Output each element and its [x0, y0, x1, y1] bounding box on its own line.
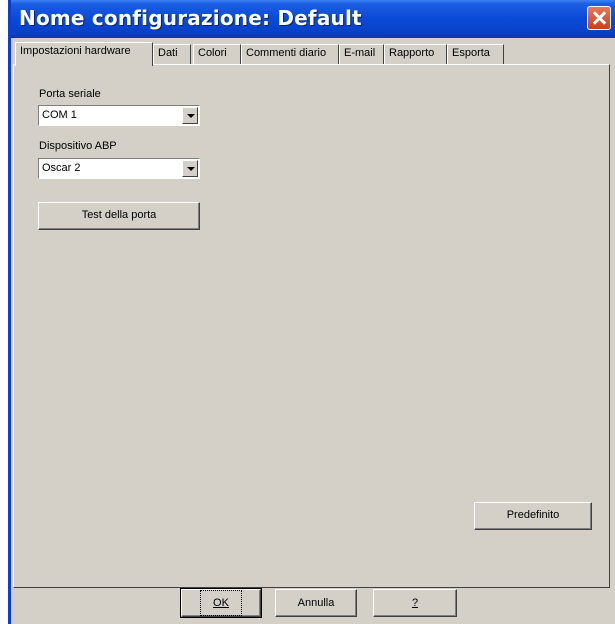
serial-port-label: Porta seriale	[39, 88, 101, 100]
ok-button[interactable]: OK	[180, 588, 262, 618]
dialog-footer: OK Annulla ?	[11, 588, 615, 624]
serial-port-value: COM 1	[42, 109, 77, 121]
test-port-button[interactable]: Test della porta	[38, 202, 200, 230]
title-bar[interactable]: Nome configurazione: Default	[11, 0, 615, 38]
hardware-settings-panel: Porta seriale COM 1 Dispositivo ABP Osca…	[13, 64, 610, 588]
close-icon[interactable]	[587, 6, 611, 30]
ok-button-label: OK	[200, 590, 242, 616]
tab-colori[interactable]: Colori	[193, 44, 241, 64]
abp-device-label: Dispositivo ABP	[39, 140, 117, 152]
cancel-button-label: Annulla	[297, 597, 335, 609]
chevron-down-icon[interactable]	[182, 107, 198, 124]
chevron-down-icon[interactable]	[182, 160, 198, 177]
cancel-button[interactable]: Annulla	[275, 589, 357, 617]
default-button[interactable]: Predefinito	[474, 502, 592, 530]
test-port-button-label: Test della porta	[81, 209, 157, 221]
help-button-label: ?	[411, 597, 419, 609]
tab-esporta[interactable]: Esporta	[447, 44, 504, 64]
tab-commenti-diario[interactable]: Commenti diario	[241, 44, 339, 64]
tab-dati[interactable]: Dati	[153, 44, 191, 64]
help-button[interactable]: ?	[373, 589, 457, 617]
tab-strip: Impostazioni hardware Dati Colori Commen…	[15, 42, 615, 66]
serial-port-select[interactable]: COM 1	[38, 105, 200, 126]
abp-device-value: Oscar 2	[42, 162, 81, 174]
default-button-label: Predefinito	[506, 509, 560, 521]
tab-rapporto[interactable]: Rapporto	[384, 44, 447, 64]
tab-impostazioni-hardware[interactable]: Impostazioni hardware	[15, 42, 153, 66]
abp-device-select[interactable]: Oscar 2	[38, 158, 200, 179]
dialog-window: Nome configurazione: Default Impostazion…	[8, 0, 615, 624]
tab-email[interactable]: E-mail	[339, 44, 384, 64]
window-title: Nome configurazione: Default	[19, 6, 362, 30]
